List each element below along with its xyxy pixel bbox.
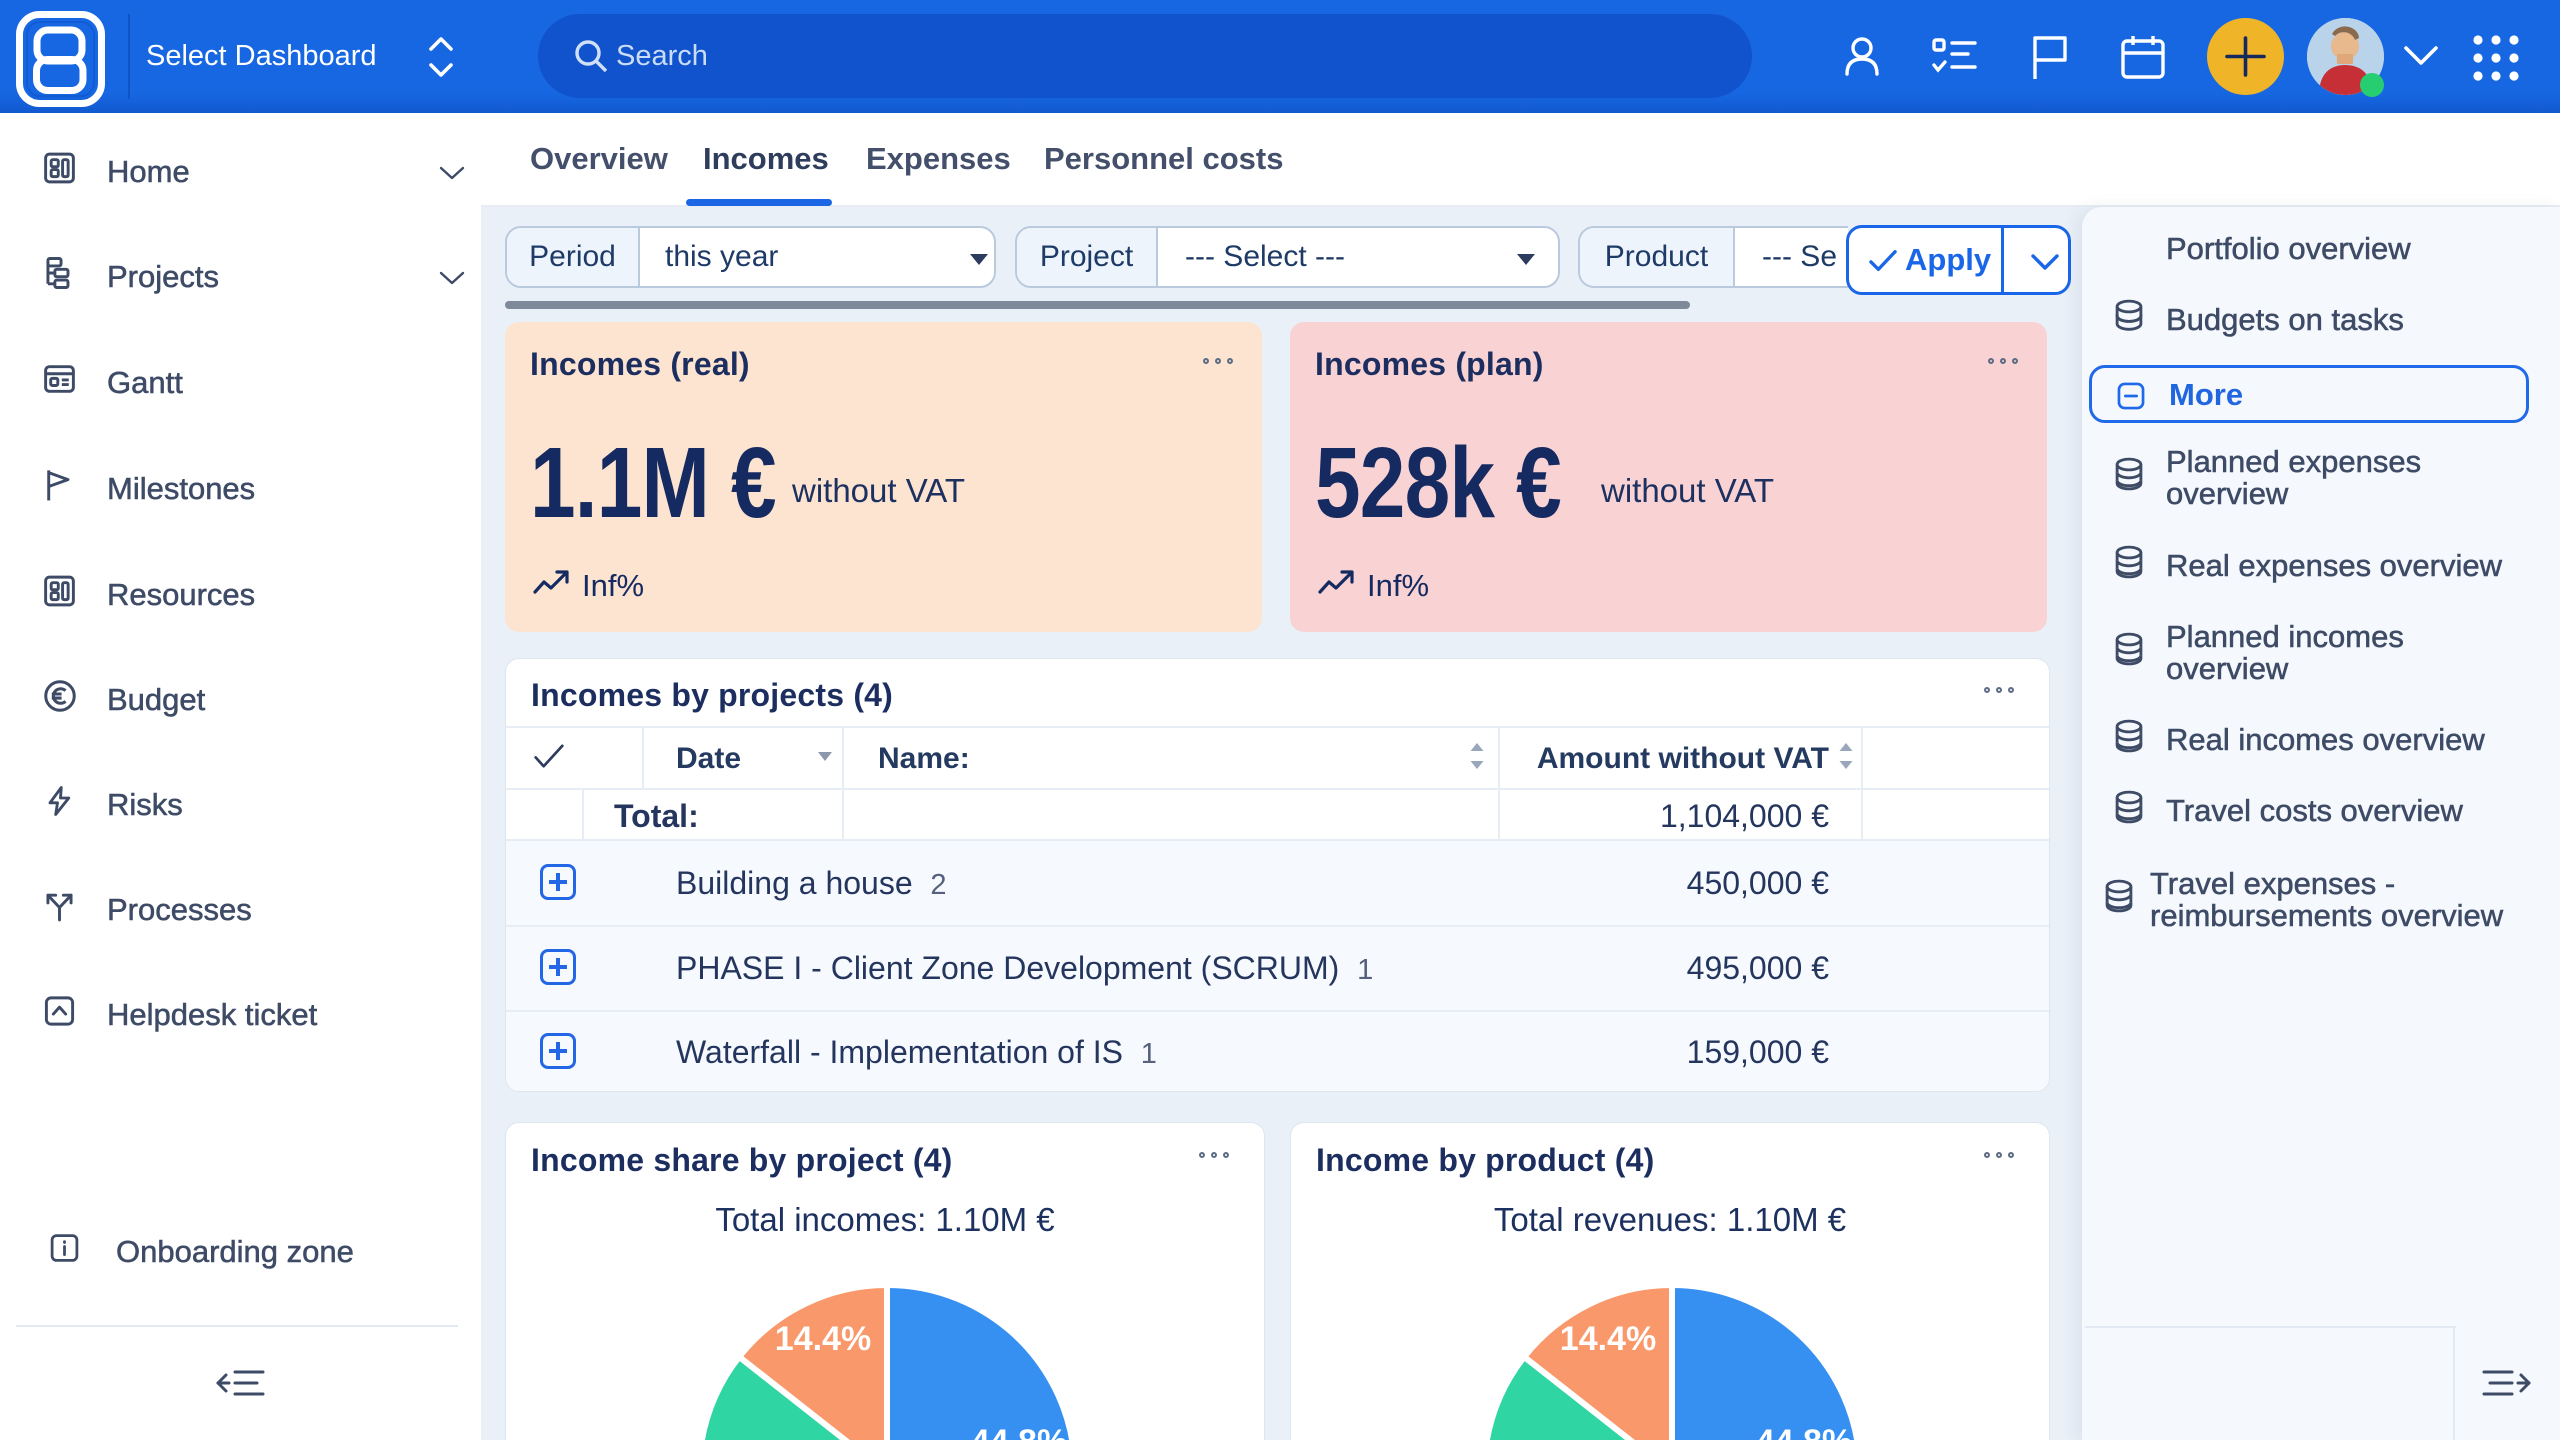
svg-text:14.4%: 14.4%	[775, 1320, 871, 1358]
svg-text:44.8%: 44.8%	[971, 1423, 1067, 1440]
svg-text:14.4%: 14.4%	[1560, 1320, 1656, 1358]
svg-text:44.8%: 44.8%	[1756, 1423, 1852, 1440]
